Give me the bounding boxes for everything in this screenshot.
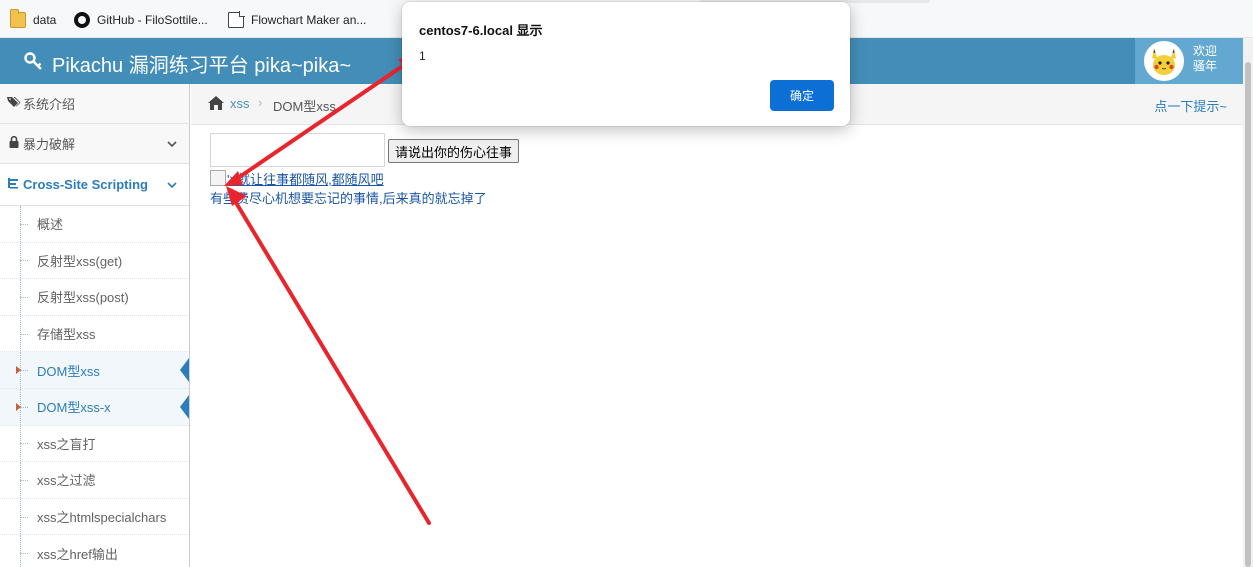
bookmark-data[interactable]: data <box>10 9 57 30</box>
bookmark-label: Flowchart Maker an... <box>251 13 367 27</box>
submenu-item[interactable]: 反射型xss(get) <box>0 242 189 280</box>
tags-icon <box>7 96 21 111</box>
home-icon[interactable] <box>207 95 225 111</box>
submenu-item-label: xss之过滤 <box>37 473 96 489</box>
chevron-down-icon <box>167 178 177 192</box>
submenu-item[interactable]: 反射型xss(post) <box>0 279 189 316</box>
bookmark-label: data <box>33 13 57 27</box>
result-message: 有些费尽心机想要忘记的事情,后来真的就忘掉了 <box>210 191 487 206</box>
bookmark-label: GitHub - FiloSottile... <box>97 13 208 27</box>
chevron-down-icon <box>167 137 177 151</box>
scrollbar-thumb[interactable] <box>1245 62 1251 567</box>
submenu-item[interactable]: 存储型xss <box>0 315 189 353</box>
brand-title: Pikachu 漏洞练习平台 pika~pika~ <box>52 55 352 77</box>
submenu-item-label: DOM型xss <box>37 363 100 379</box>
sidebar-item-label: Cross-Site Scripting <box>23 177 148 192</box>
xss-icon <box>7 177 19 192</box>
brand-link[interactable]: Pikachu 漏洞练习平台 pika~pika~ <box>24 49 351 78</box>
welcome-text: 欢迎 骚年 <box>1193 44 1233 74</box>
submenu-item-label: 反射型xss(post) <box>37 290 129 306</box>
caret-right-icon <box>16 366 21 375</box>
submenu-item-label: xss之盲打 <box>37 436 96 452</box>
alert-dialog: centos7-6.local 显示 1 确定 <box>402 2 850 126</box>
avatar <box>1144 41 1184 81</box>
bookmark-flowchart[interactable]: Flowchart Maker an... <box>228 10 366 30</box>
submenu-item[interactable]: xss之过滤 <box>0 462 189 499</box>
sidebar-item-label: 暴力破解 <box>23 137 76 152</box>
submenu-item-label: 存储型xss <box>37 327 96 343</box>
github-icon <box>74 12 90 28</box>
ok-button[interactable]: 确定 <box>770 80 834 111</box>
text-input[interactable] <box>210 133 385 167</box>
submenu-item-label: DOM型xss-x <box>37 400 111 416</box>
submenu-item-label: xss之href输出 <box>37 546 118 562</box>
submenu-item[interactable]: 概述 <box>0 206 189 243</box>
submenu-item-active[interactable]: DOM型xss-x <box>0 388 189 426</box>
welcome-label: 欢迎 <box>1193 44 1218 58</box>
breadcrumb-separator-icon: › <box>258 95 263 110</box>
hint-link[interactable]: 点一下提示~ <box>1154 96 1227 115</box>
key-icon <box>24 51 44 76</box>
submenu-item-active[interactable]: DOM型xss <box>0 352 189 389</box>
submenu-item-label: 概述 <box>37 217 64 233</box>
sidebar: 系统介绍 暴力破解 Cross-Site Scripting 概述 反射型xss… <box>0 84 190 567</box>
breadcrumb-current: DOM型xss <box>273 99 336 114</box>
submenu-item-label: xss之htmlspecialchars <box>37 510 167 526</box>
result-link[interactable]: '>就让往事都随风,都随风吧 <box>227 169 384 188</box>
submenu-item[interactable]: xss之htmlspecialchars <box>0 498 189 536</box>
active-indicator-icon <box>180 394 189 419</box>
document-icon <box>228 11 245 28</box>
user-name: 骚年 <box>1193 59 1218 73</box>
bookmark-github[interactable]: GitHub - FiloSottile... <box>74 10 208 30</box>
caret-right-icon <box>16 402 21 411</box>
page-scrollbar[interactable] <box>1243 38 1253 567</box>
sidebar-item-intro[interactable]: 系统介绍 <box>0 84 189 124</box>
sidebar-item-bruteforce[interactable]: 暴力破解 <box>0 124 189 164</box>
lock-icon <box>9 135 19 151</box>
dialog-message: 1 <box>419 49 426 63</box>
submenu-item-label: 反射型xss(get) <box>37 253 123 269</box>
sidebar-item-label: 系统介绍 <box>23 97 76 112</box>
submit-button[interactable]: 请说出你的伤心往事 <box>388 139 520 163</box>
folder-icon <box>10 9 26 28</box>
submenu-item[interactable]: xss之盲打 <box>0 425 189 463</box>
breadcrumb-xss-link[interactable]: xss <box>230 96 250 111</box>
broken-image-icon <box>210 170 226 186</box>
sidebar-item-xss[interactable]: Cross-Site Scripting <box>0 164 189 206</box>
user-menu[interactable]: 欢迎 骚年 <box>1135 38 1243 84</box>
arrow-up-to-link <box>230 194 431 525</box>
submenu-item[interactable]: xss之href输出 <box>0 535 189 567</box>
dialog-title: centos7-6.local 显示 <box>419 23 543 38</box>
xss-submenu: 概述 反射型xss(get) 反射型xss(post) 存储型xss DOM型x… <box>0 206 189 567</box>
active-indicator-icon <box>180 358 189 383</box>
